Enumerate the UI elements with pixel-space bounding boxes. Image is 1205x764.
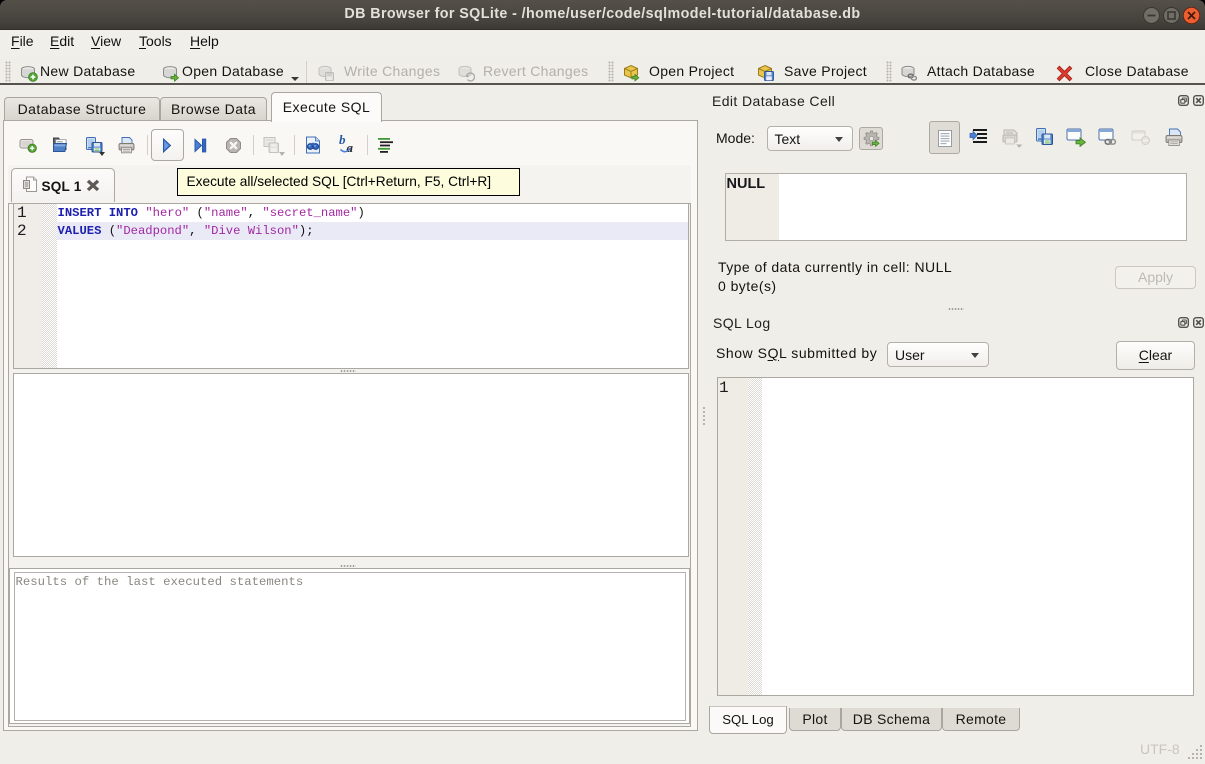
svg-text:b: b [339,133,346,147]
svg-text:a: a [347,140,354,155]
